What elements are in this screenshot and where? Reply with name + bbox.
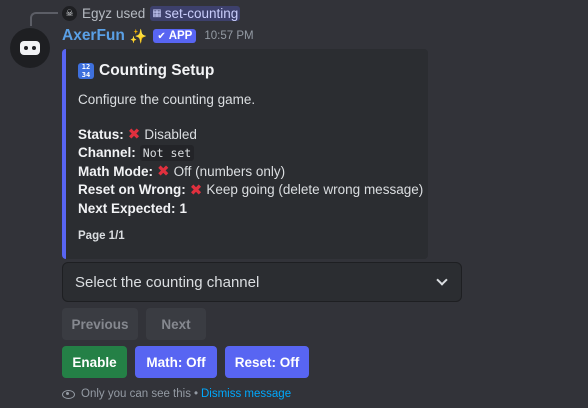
previous-button[interactable]: Previous [62,308,138,340]
status-label: Status: [78,126,124,142]
status-value: Disabled [144,126,197,142]
replied-user-avatar[interactable]: ☠ [62,5,77,21]
ephemeral-text: Only you can see this [81,388,191,400]
channel-value: Not set [139,144,195,161]
math-mode-value: Off (numbers only) [173,163,286,179]
separator-dot: • [193,388,198,400]
replied-user-name[interactable]: Egyz [82,6,112,21]
embed-title: Counting Setup [99,62,215,79]
embed-description: Configure the counting game. [78,92,256,107]
field-status: Status: ✖ Disabled [78,125,414,144]
slash-command-icon: ▦ [152,7,162,19]
cross-mark-icon: ✖ [157,163,170,181]
cross-mark-icon: ✖ [127,126,141,144]
math-mode-label: Math Mode: [78,163,153,179]
next-expected-label: Next Expected: [78,200,176,216]
app-badge: ✔ APP [153,29,197,43]
reset-toggle-button[interactable]: Reset: Off [225,346,309,378]
next-expected-value: 1 [179,200,188,216]
embed-footer: Page 1/1 [78,229,125,242]
bot-avatar[interactable] [10,28,50,68]
message-timestamp[interactable]: 10:57 PM [204,30,253,42]
reply-connector [30,12,58,26]
field-next-expected: Next Expected: 1 [78,199,414,218]
app-badge-label: APP [168,30,193,42]
eye-icon [62,389,75,399]
input-numbers-icon: 12 34 [78,63,94,79]
embed-title-row: 12 34 Counting Setup [78,61,414,81]
used-text: used [116,5,146,21]
channel-select-placeholder: Select the counting channel [75,273,260,291]
field-math-mode: Math Mode: ✖ Off (numbers only) [78,162,414,181]
command-name: set-counting [164,5,239,21]
enable-button[interactable]: Enable [62,346,127,378]
math-toggle-button[interactable]: Math: Off [135,346,217,378]
reply-context[interactable]: ☠ Egyz used ▦ set-counting [62,4,241,22]
chevron-down-icon [436,274,448,286]
embed-card: 12 34 Counting Setup Configure the counti… [62,49,428,259]
message-header: AxerFun ✨ ✔ APP 10:57 PM [62,26,254,46]
reset-value: Keep going (delete wrong message) [206,182,424,198]
channel-label: Channel: [78,145,136,161]
reset-label: Reset on Wrong: [78,182,186,198]
embed-fields: Status: ✖ Disabled Channel: Not set Math… [78,125,423,218]
field-reset-on-wrong: Reset on Wrong: ✖ Keep going (delete wro… [78,181,423,200]
verified-check-icon: ✔ [157,30,166,42]
cross-mark-icon: ✖ [189,181,203,199]
dismiss-message-link[interactable]: Dismiss message [201,388,291,400]
bot-username[interactable]: AxerFun [62,27,125,45]
field-channel: Channel: Not set [78,144,414,163]
sparkle-icon: ✨ [129,27,148,44]
channel-select[interactable]: Select the counting channel [62,262,462,302]
next-button[interactable]: Next [146,308,206,340]
robot-icon [20,41,40,55]
command-mention[interactable]: ▦ set-counting [150,5,241,21]
ephemeral-notice: Only you can see this • Dismiss message [62,386,291,402]
